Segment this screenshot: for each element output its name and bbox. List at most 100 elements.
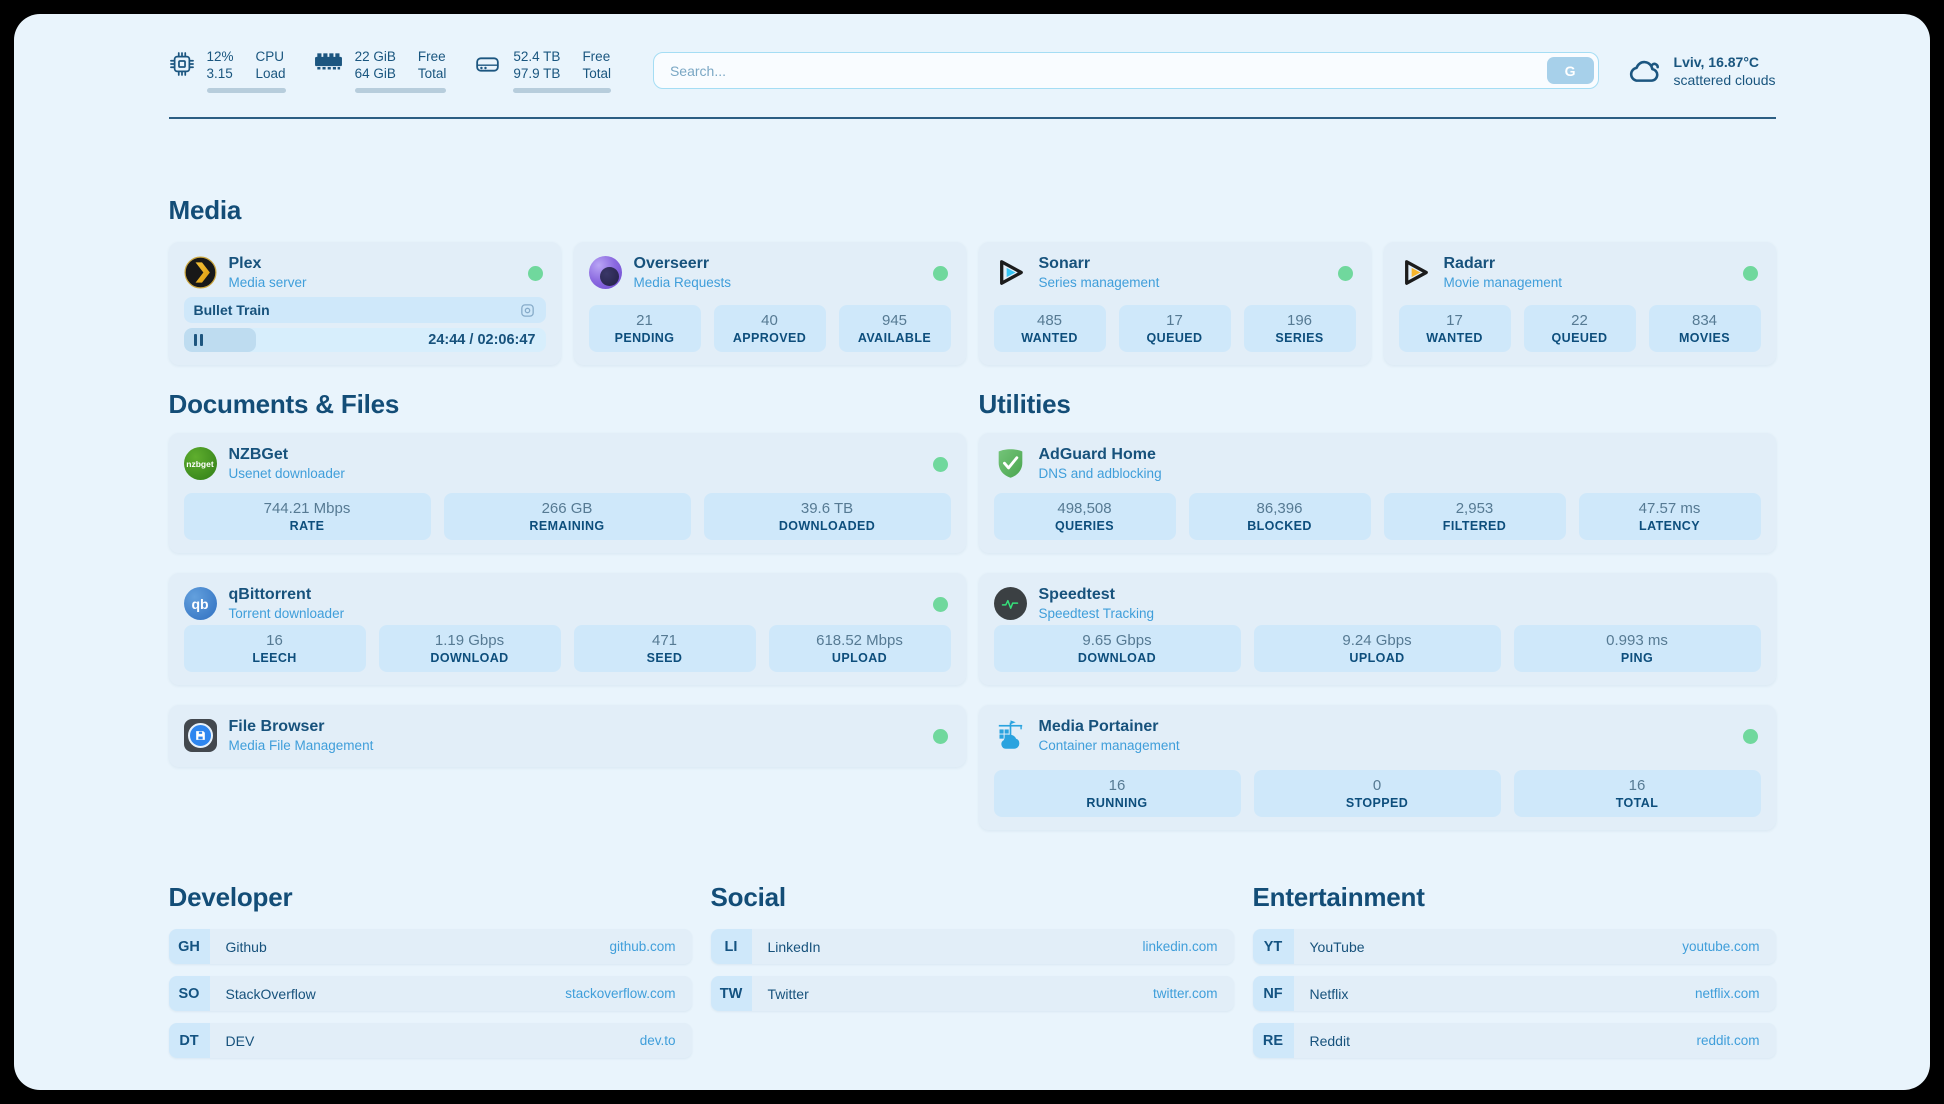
social-bookmarks-group: Social LI LinkedIn linkedin.com TW Twitt… [711,882,1234,1070]
stat-value: 471 [652,632,677,649]
stat-label: LEECH [252,651,296,665]
ram-usage-bar [355,88,447,93]
speedtest-logo-icon [994,587,1027,620]
sonarr-title: Sonarr [1039,255,1160,273]
stat-box: 471 SEED [574,625,756,672]
radarr-logo-icon [1399,256,1432,289]
stat-value: 17 [1166,312,1183,329]
filebrowser-logo-icon [184,719,217,752]
weather-widget[interactable]: Lviv, 16.87°C scattered clouds [1627,53,1776,89]
bookmark-linkedin[interactable]: LI LinkedIn linkedin.com [711,929,1234,964]
stat-box: 17 WANTED [1399,305,1511,352]
plex-now-playing-title: Bullet Train [194,302,270,318]
stat-box: 16 LEECH [184,625,366,672]
stat-label: SEED [647,651,683,665]
stat-box: 40 APPROVED [714,305,826,352]
stat-label: PENDING [615,331,675,345]
portainer-status-dot [1743,729,1758,744]
bookmark-name: LinkedIn [768,939,821,955]
bookmark-name: Reddit [1310,1033,1350,1049]
bookmark-abbr: LI [711,929,752,964]
stat-value: 618.52 Mbps [816,632,903,649]
bookmark-name: Netflix [1310,986,1349,1002]
bookmark-abbr: DT [169,1023,210,1058]
nzbget-card[interactable]: nzbget NZBGet Usenet downloader 744.21 M… [169,433,966,553]
stat-value: 0 [1373,777,1381,794]
radarr-status-dot [1743,266,1758,281]
portainer-card[interactable]: Media Portainer Container management 16 … [979,705,1776,830]
bookmark-url: linkedin.com [1142,939,1217,954]
stat-box: 47.57 ms LATENCY [1579,493,1761,540]
cpu-resource-widget: 12% 3.15 CPU Load [169,48,286,93]
overseerr-logo-icon [589,256,622,289]
stat-label: WANTED [1426,331,1483,345]
cpu-load-value: 3.15 [207,65,234,82]
stat-box: 9.24 Gbps UPLOAD [1254,625,1501,672]
bookmark-reddit[interactable]: RE Reddit reddit.com [1253,1023,1776,1058]
stat-box: 2,953 FILTERED [1384,493,1566,540]
ram-free-label: Free [418,48,447,65]
search-container: G [653,52,1599,89]
plex-now-playing-row: Bullet Train [184,297,546,323]
overseerr-card[interactable]: Overseerr Media Requests 21 PENDING 40 A… [574,242,966,365]
cpu-load-label: Load [256,65,286,82]
qbittorrent-desc: Torrent downloader [229,606,345,621]
radarr-card[interactable]: Radarr Movie management 17 WANTED 22 QUE… [1384,242,1776,365]
stat-value: 16 [1109,777,1126,794]
overseerr-status-dot [933,266,948,281]
documents-section: Documents & Files nzbget NZBGet Usenet d… [169,389,966,830]
ram-free-value: 22 GiB [355,48,396,65]
bookmark-dev[interactable]: DT DEV dev.to [169,1023,692,1058]
stat-value: 17 [1446,312,1463,329]
stat-value: 47.57 ms [1639,500,1701,517]
stat-value: 485 [1037,312,1062,329]
stat-box: 1.19 Gbps DOWNLOAD [379,625,561,672]
plex-card[interactable]: Plex Media server Bullet Train [169,242,561,365]
bookmark-abbr: GH [169,929,210,964]
plex-status-dot [528,266,543,281]
speedtest-card[interactable]: Speedtest Speedtest Tracking 9.65 Gbps D… [979,573,1776,685]
stat-box: 744.21 Mbps RATE [184,493,431,540]
qbittorrent-card[interactable]: qb qBittorrent Torrent downloader 16 LEE… [169,573,966,685]
nzbget-desc: Usenet downloader [229,466,345,481]
stat-value: 2,953 [1456,500,1494,517]
stat-box: 945 AVAILABLE [839,305,951,352]
stat-label: DOWNLOAD [1078,651,1156,665]
sonarr-card[interactable]: Sonarr Series management 485 WANTED 17 Q… [979,242,1371,365]
dashboard-panel: 12% 3.15 CPU Load [14,14,1930,1090]
stat-box: 16 RUNNING [994,770,1241,817]
nzbget-status-dot [933,457,948,472]
stat-box: 485 WANTED [994,305,1106,352]
weather-condition: scattered clouds [1674,71,1776,89]
stat-label: UPLOAD [832,651,887,665]
bookmark-github[interactable]: GH Github github.com [169,929,692,964]
stat-value: 0.993 ms [1606,632,1668,649]
stat-box: 39.6 TB DOWNLOADED [704,493,951,540]
bookmark-stackoverflow[interactable]: SO StackOverflow stackoverflow.com [169,976,692,1011]
stat-label: BLOCKED [1247,519,1312,533]
bookmark-twitter[interactable]: TW Twitter twitter.com [711,976,1234,1011]
adguard-title: AdGuard Home [1039,446,1162,464]
bookmark-url: github.com [609,939,675,954]
stat-box: 86,396 BLOCKED [1189,493,1371,540]
stat-label: RATE [290,519,325,533]
stat-box: 22 QUEUED [1524,305,1636,352]
filebrowser-card[interactable]: File Browser Media File Management [169,705,966,767]
adguard-card[interactable]: AdGuard Home DNS and adblocking 498,508 … [979,433,1776,553]
stat-label: QUEUED [1552,331,1608,345]
adguard-desc: DNS and adblocking [1039,466,1162,481]
stat-label: LATENCY [1639,519,1700,533]
stat-label: APPROVED [733,331,806,345]
disk-usage-bar [513,88,611,93]
stat-value: 498,508 [1057,500,1111,517]
stat-box: 0.993 ms PING [1514,625,1761,672]
bookmark-netflix[interactable]: NF Netflix netflix.com [1253,976,1776,1011]
search-input[interactable] [653,52,1599,89]
bookmark-url: netflix.com [1695,986,1760,1001]
cpu-usage-bar [207,88,286,93]
bookmark-youtube[interactable]: YT YouTube youtube.com [1253,929,1776,964]
stat-value: 21 [636,312,653,329]
search-go-button[interactable]: G [1547,57,1594,84]
weather-location: Lviv, 16.87°C [1674,53,1776,71]
stat-value: 266 GB [542,500,593,517]
